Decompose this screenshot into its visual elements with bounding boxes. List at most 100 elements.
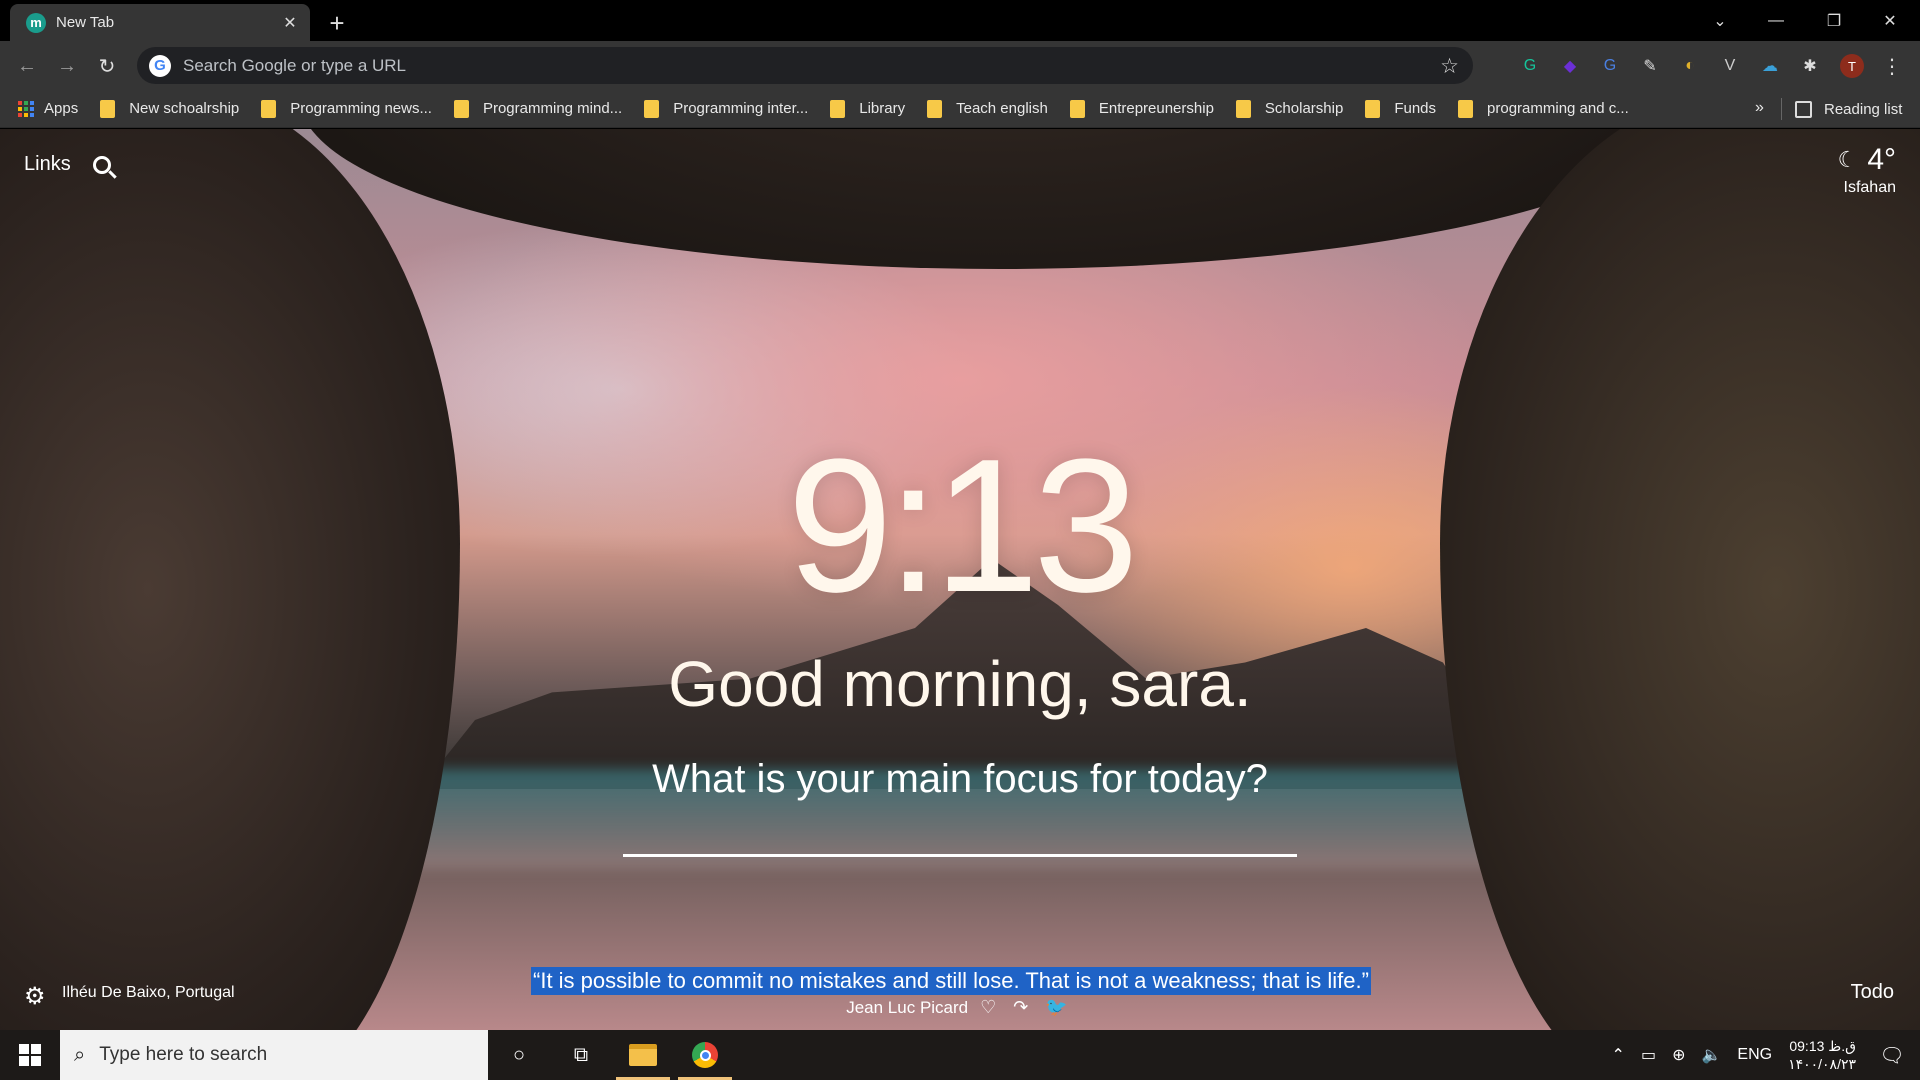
- reload-button[interactable]: ↻: [90, 49, 124, 83]
- profile-avatar[interactable]: T: [1840, 54, 1864, 78]
- reading-list-button[interactable]: Reading list: [1795, 90, 1902, 128]
- bookmark-folder[interactable]: Library: [830, 99, 906, 118]
- clock: 9:13: [787, 420, 1139, 632]
- background-cave-top: [300, 129, 1700, 269]
- file-explorer-icon[interactable]: [612, 1030, 674, 1080]
- bookmark-label: New schoalrship: [129, 100, 240, 117]
- bookmark-label: Entrepreunership: [1098, 100, 1214, 117]
- purple-gem-icon[interactable]: ◆: [1558, 54, 1582, 78]
- minimize-button[interactable]: —: [1748, 0, 1804, 41]
- puzzle-icon[interactable]: ✱: [1798, 54, 1822, 78]
- apps-grid-icon: [18, 100, 34, 117]
- grammarly-icon[interactable]: G: [1518, 54, 1542, 78]
- bookmark-apps[interactable]: Apps: [18, 100, 78, 117]
- close-window-button[interactable]: ✕: [1862, 0, 1918, 41]
- folder-icon: [100, 99, 116, 118]
- daily-quote[interactable]: “It is possible to commit no mistakes an…: [531, 967, 1371, 995]
- volume-icon[interactable]: 🔈: [1701, 1045, 1721, 1065]
- restore-button[interactable]: ❐: [1806, 0, 1862, 41]
- windows-taskbar: ⌕ ○ ⧉ ⌃ ▭ ⊕ 🔈 ENG 09:13 ق.ظ ۱۴۰۰/۰۸/۲۳ 🗨: [0, 1030, 1920, 1080]
- windows-logo-icon: [19, 1044, 41, 1066]
- momentum-favicon-icon: m: [26, 12, 46, 33]
- show-hidden-icons-icon[interactable]: ⌃: [1612, 1045, 1625, 1065]
- cortana-icon[interactable]: ○: [488, 1030, 550, 1080]
- bookmark-label: Apps: [44, 100, 79, 117]
- cloud-icon[interactable]: ☁: [1758, 54, 1782, 78]
- bookmark-folder[interactable]: Teach english: [927, 99, 1048, 118]
- new-tab-button[interactable]: +: [322, 8, 352, 38]
- system-time: 09:13 ق.ظ: [1789, 1038, 1856, 1054]
- reading-list-label: Reading list: [1824, 100, 1903, 118]
- title-bar: m New Tab ✕ + ⌄ — ❐ ✕: [0, 0, 1920, 41]
- system-clock[interactable]: 09:13 ق.ظ ۱۴۰۰/۰۸/۲۳: [1788, 1037, 1856, 1073]
- greeting: Good morning, sara.: [668, 648, 1252, 720]
- focus-prompt: What is your main focus for today?: [652, 757, 1268, 801]
- taskbar-search-input[interactable]: [99, 1044, 460, 1066]
- chrome-taskbar-icon[interactable]: [674, 1030, 736, 1080]
- focus-input[interactable]: [623, 817, 1297, 857]
- quote-actions-icon[interactable]: ♡ ↷ 🐦: [980, 997, 1074, 1018]
- system-tray: ⌃ ▭ ⊕ 🔈 ENG 09:13 ق.ظ ۱۴۰۰/۰۸/۲۳ 🗨: [1612, 1030, 1920, 1080]
- v-icon[interactable]: V: [1718, 54, 1742, 78]
- back-button[interactable]: ←: [10, 49, 44, 83]
- taskbar-search[interactable]: ⌕: [60, 1030, 488, 1080]
- moon-icon: ☾: [1837, 147, 1858, 172]
- bookmark-folder[interactable]: programming and c...: [1458, 99, 1629, 118]
- todo-button[interactable]: Todo: [1851, 981, 1894, 1004]
- bookmark-folder[interactable]: Programming inter...: [644, 99, 809, 118]
- momentum-dashboard: Links ☾ 4° Isfahan 9:13 Good morning, sa…: [0, 129, 1920, 1030]
- folder-icon: [1458, 99, 1474, 118]
- forward-button[interactable]: →: [50, 49, 84, 83]
- quote-author-row: Jean Luc Picard ♡ ↷ 🐦: [0, 997, 1920, 1018]
- folder-icon: [927, 99, 943, 118]
- system-date: ۱۴۰۰/۰۸/۲۳: [1788, 1056, 1856, 1072]
- more-bookmarks-button[interactable]: »: [1755, 99, 1764, 117]
- weather-temperature: 4°: [1867, 143, 1896, 176]
- bookmark-label: Programming news...: [290, 100, 432, 117]
- bookmark-folder[interactable]: New schoalrship: [100, 99, 240, 118]
- pen-icon[interactable]: ✎: [1638, 54, 1662, 78]
- tab-close-icon[interactable]: ✕: [280, 13, 300, 33]
- translate-icon[interactable]: G: [1598, 54, 1622, 78]
- network-icon[interactable]: ⊕: [1672, 1045, 1685, 1065]
- start-button[interactable]: [0, 1030, 60, 1080]
- bookmark-label: Programming inter...: [673, 100, 809, 117]
- search-icon: ⌕: [74, 1043, 86, 1066]
- bookmark-folder[interactable]: Entrepreunership: [1069, 99, 1214, 118]
- folder-icon: [1365, 99, 1381, 118]
- links-widget: Links: [24, 153, 111, 176]
- bookmark-label: programming and c...: [1487, 100, 1629, 117]
- task-view-icon[interactable]: ⧉: [550, 1030, 612, 1080]
- bookmark-folder[interactable]: Scholarship: [1235, 99, 1344, 118]
- color-picker-icon[interactable]: ◐: [1678, 54, 1702, 78]
- bookmark-label: Scholarship: [1264, 100, 1344, 117]
- bookmarks-bar: Apps New schoalrship Programming news...…: [0, 90, 1920, 128]
- links-button[interactable]: Links: [24, 153, 71, 176]
- folder-icon: [453, 99, 469, 118]
- browser-toolbar: ← → ↻ G ☆ G ◆ G ✎ ◐ V ☁ ✱ T ⋮: [0, 41, 1920, 90]
- quote-author: Jean Luc Picard: [846, 997, 969, 1017]
- chrome-menu-icon[interactable]: ⋮: [1880, 54, 1904, 78]
- weather-city: Isfahan: [1843, 179, 1896, 196]
- folder-icon: [261, 99, 277, 118]
- notifications-icon[interactable]: 🗨: [1874, 1030, 1910, 1080]
- bookmark-label: Funds: [1394, 100, 1437, 117]
- bookmark-star-icon[interactable]: ☆: [1440, 54, 1459, 79]
- tab-new-tab[interactable]: m New Tab ✕: [10, 4, 310, 41]
- tab-search-icon[interactable]: ⌄: [1692, 0, 1748, 41]
- tab-title: New Tab: [56, 14, 115, 31]
- address-bar[interactable]: G ☆: [137, 47, 1473, 84]
- omnibox-input[interactable]: [183, 55, 1383, 76]
- bookmark-folder[interactable]: Funds: [1365, 99, 1437, 118]
- battery-icon[interactable]: ▭: [1641, 1045, 1656, 1065]
- folder-icon: [1069, 99, 1085, 118]
- google-icon: G: [149, 54, 171, 77]
- bookmark-folder[interactable]: Programming mind...: [453, 99, 622, 118]
- weather-widget[interactable]: ☾ 4° Isfahan: [1838, 143, 1896, 197]
- bookmark-folder[interactable]: Programming news...: [261, 99, 432, 118]
- search-icon[interactable]: [92, 155, 111, 174]
- bookmark-label: Library: [859, 100, 906, 117]
- folder-icon: [830, 99, 846, 118]
- bookmarks-divider: [1781, 98, 1782, 120]
- language-indicator[interactable]: ENG: [1737, 1046, 1772, 1064]
